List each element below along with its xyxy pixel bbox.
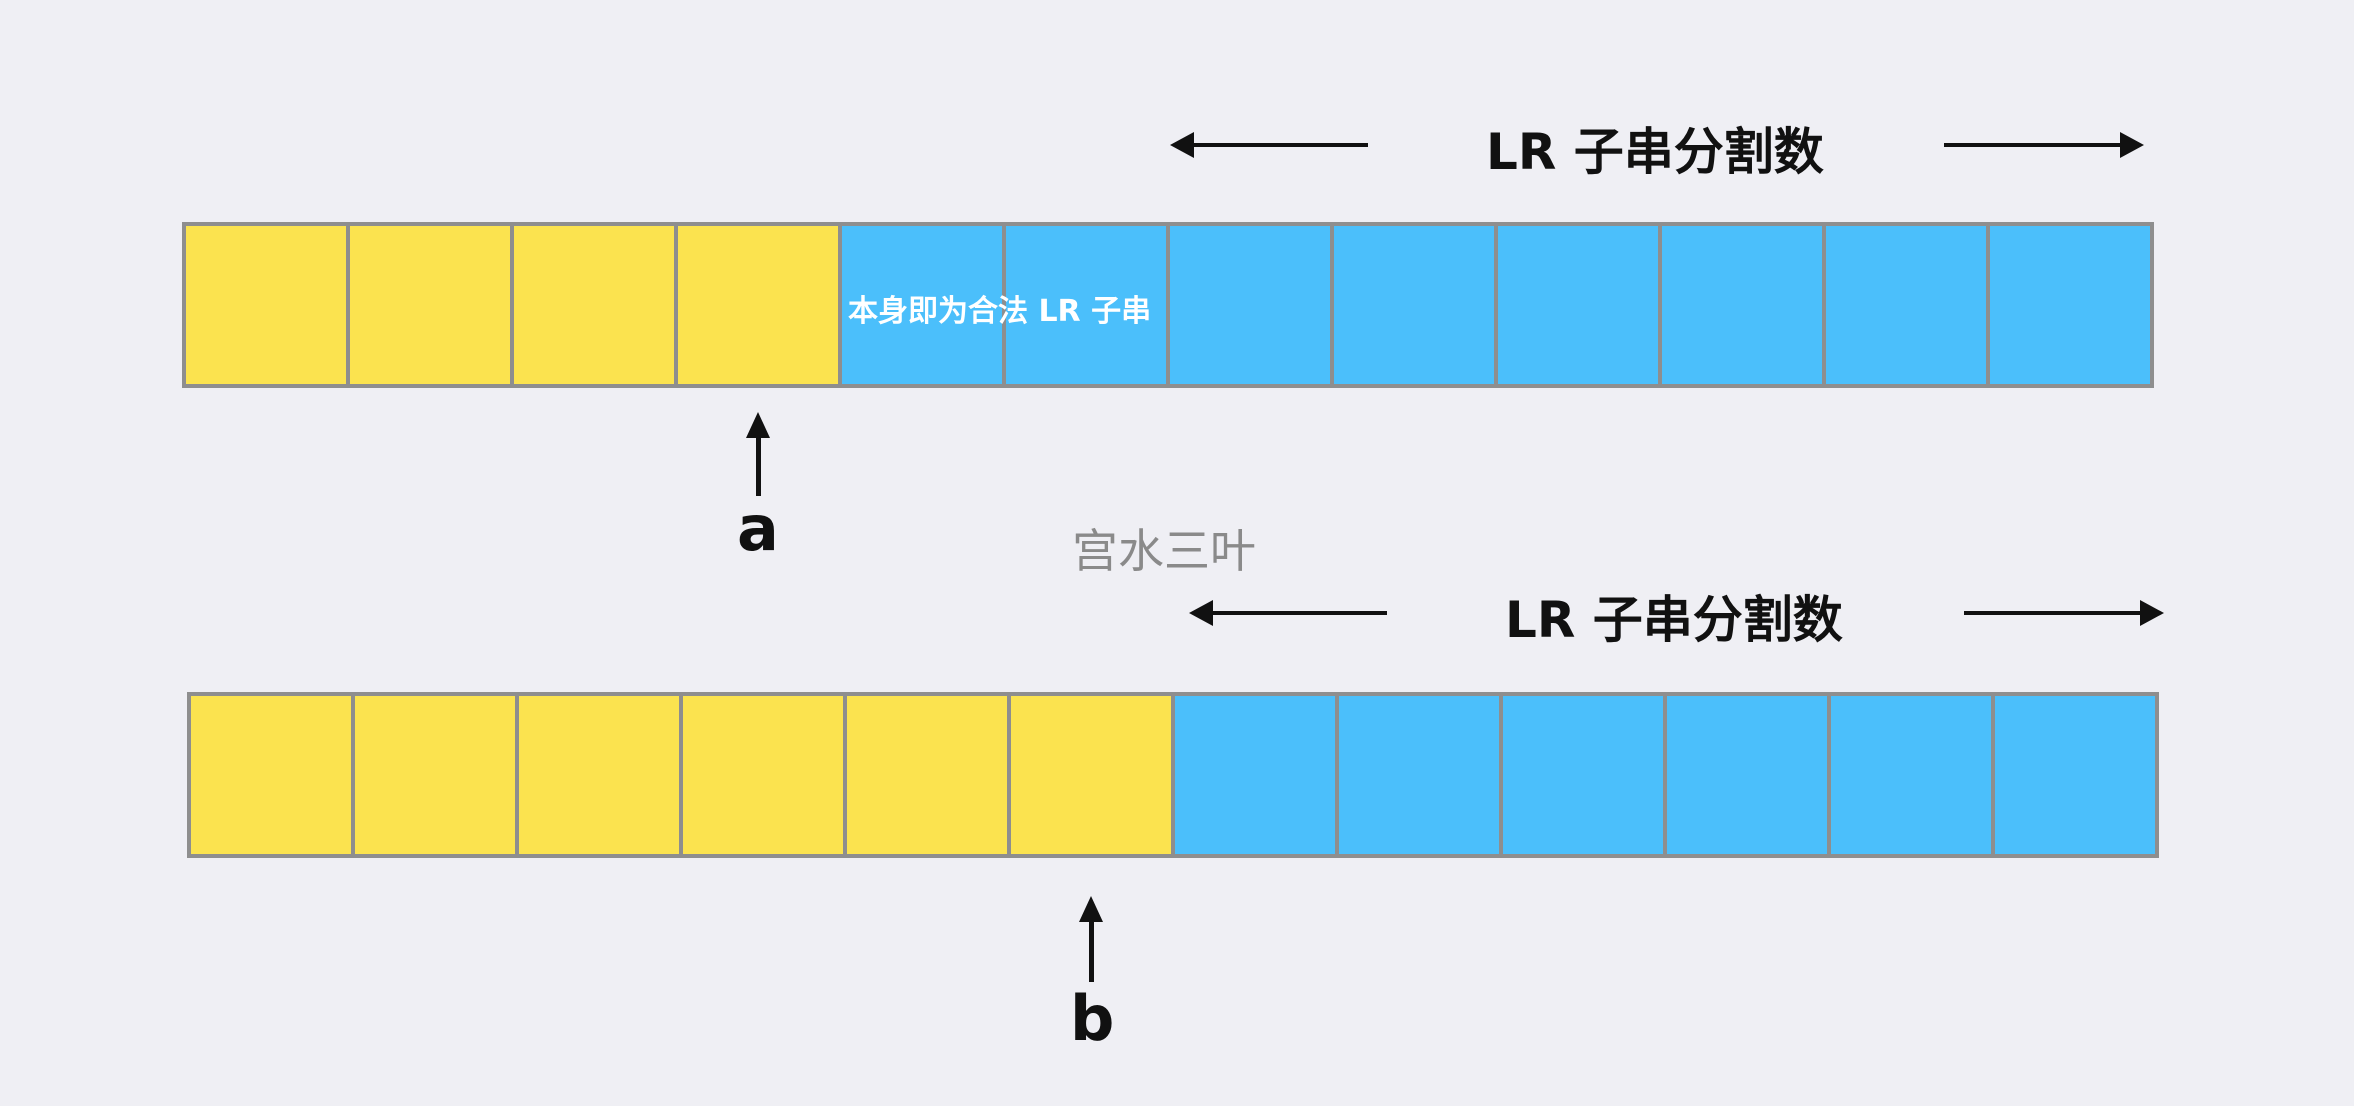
blue-cell xyxy=(1662,226,1822,384)
blue-cell xyxy=(1995,696,2155,854)
blue-cell xyxy=(1498,226,1658,384)
yellow-cell xyxy=(519,696,679,854)
cell-row-top xyxy=(182,222,2154,388)
yellow-cell xyxy=(683,696,843,854)
right-arrow-top xyxy=(1944,132,2144,158)
yellow-cell xyxy=(847,696,1007,854)
left-arrow-bottom xyxy=(1189,600,1387,626)
pointer-label-a: a xyxy=(737,492,779,565)
left-arrow-top xyxy=(1170,132,1368,158)
yellow-cell xyxy=(678,226,838,384)
split-count-label-top: LR 子串分割数 xyxy=(1486,123,1824,181)
yellow-cell xyxy=(355,696,515,854)
split-count-label-bottom: LR 子串分割数 xyxy=(1505,591,1843,649)
yellow-cell xyxy=(191,696,351,854)
blue-cell xyxy=(1503,696,1663,854)
blue-cell xyxy=(1175,696,1335,854)
cell-row-bottom xyxy=(187,692,2159,858)
blue-cell xyxy=(1339,696,1499,854)
blue-cell xyxy=(1826,226,1986,384)
blue-cell xyxy=(1170,226,1330,384)
pointer-arrow-a xyxy=(746,412,770,496)
yellow-cell xyxy=(350,226,510,384)
yellow-cell xyxy=(186,226,346,384)
blue-cell xyxy=(1990,226,2150,384)
pointer-arrow-b xyxy=(1079,896,1103,982)
right-arrow-bottom xyxy=(1964,600,2164,626)
yellow-cell xyxy=(514,226,674,384)
blue-cell xyxy=(1334,226,1494,384)
blue-cell xyxy=(1667,696,1827,854)
valid-lr-substring-label: 本身即为合法 LR 子串 xyxy=(848,294,1152,329)
pointer-label-b: b xyxy=(1070,982,1115,1055)
yellow-cell xyxy=(1011,696,1171,854)
blue-cell xyxy=(1831,696,1991,854)
watermark: 宫水三叶 xyxy=(1072,524,1256,578)
